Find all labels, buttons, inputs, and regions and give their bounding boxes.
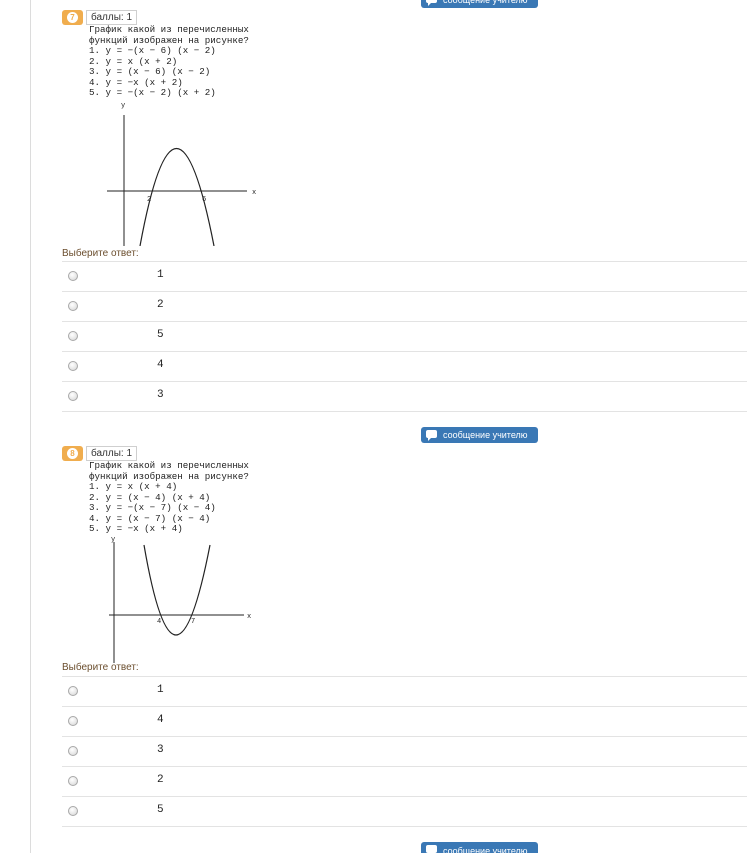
chat-icon xyxy=(426,0,437,6)
choose-answer-label: Выберите ответ: xyxy=(62,662,139,673)
answer-label: 3 xyxy=(157,744,164,756)
answer-label: 2 xyxy=(157,774,164,786)
answer-label: 5 xyxy=(157,329,164,341)
message-teacher-label: сообщение учителю xyxy=(443,846,528,856)
answer-option[interactable]: 2 xyxy=(62,767,747,797)
answer-label: 5 xyxy=(157,804,164,816)
root-label-1: 2 xyxy=(147,196,151,204)
radio-button[interactable] xyxy=(68,716,78,726)
radio-button[interactable] xyxy=(68,806,78,816)
radio-button[interactable] xyxy=(68,391,78,401)
chat-icon xyxy=(426,430,437,441)
question-number: 7 xyxy=(67,12,78,23)
root-label-1: 4 xyxy=(157,618,161,626)
radio-button[interactable] xyxy=(68,301,78,311)
left-border xyxy=(30,0,31,853)
radio-button[interactable] xyxy=(68,331,78,341)
question-points: баллы: 1 xyxy=(86,446,138,461)
answer-option[interactable]: 3 xyxy=(62,382,747,412)
radio-button[interactable] xyxy=(68,776,78,786)
message-teacher-button[interactable]: сообщение учителю xyxy=(421,0,538,8)
answer-label: 1 xyxy=(157,269,164,281)
message-teacher-button[interactable]: сообщение учителю xyxy=(421,842,538,856)
answer-label: 2 xyxy=(157,299,164,311)
message-teacher-button[interactable]: сообщение учителю xyxy=(421,427,538,443)
answer-label: 3 xyxy=(157,389,164,401)
root-label-2: 7 xyxy=(191,618,195,626)
answer-option[interactable]: 3 xyxy=(62,737,747,767)
parabola-curve xyxy=(143,544,211,636)
question-number-badge: 7 xyxy=(62,10,83,25)
answer-list: 1 4 3 2 5 xyxy=(62,676,747,827)
message-teacher-label: сообщение учителю xyxy=(443,430,528,440)
answer-label: 4 xyxy=(157,714,164,726)
radio-button[interactable] xyxy=(68,271,78,281)
radio-button[interactable] xyxy=(68,746,78,756)
y-axis-label: y xyxy=(111,536,115,544)
question-text: График какой из перечисленных функций из… xyxy=(89,460,249,534)
x-axis-label: x xyxy=(252,189,256,197)
choose-answer-label: Выберите ответ: xyxy=(62,248,139,259)
y-axis-label: y xyxy=(121,102,125,110)
x-axis-label: x xyxy=(247,613,251,621)
answer-list: 1 2 5 4 3 xyxy=(62,261,747,412)
radio-button[interactable] xyxy=(68,686,78,696)
answer-option[interactable]: 2 xyxy=(62,292,747,322)
answer-option[interactable]: 4 xyxy=(62,707,747,737)
answer-option[interactable]: 1 xyxy=(62,677,747,707)
function-graph: y x 4 7 xyxy=(109,536,251,663)
chat-icon xyxy=(426,845,437,856)
answer-option[interactable]: 1 xyxy=(62,262,747,292)
function-graph: y x 2 6 xyxy=(107,102,256,246)
question-number: 8 xyxy=(67,448,78,459)
answer-option[interactable]: 5 xyxy=(62,797,747,827)
question-text: График какой из перечисленных функций из… xyxy=(89,24,249,98)
answer-option[interactable]: 4 xyxy=(62,352,747,382)
answer-label: 1 xyxy=(157,684,164,696)
radio-button[interactable] xyxy=(68,361,78,371)
root-label-2: 6 xyxy=(202,196,206,204)
question-number-badge: 8 xyxy=(62,446,83,461)
answer-option[interactable]: 5 xyxy=(62,322,747,352)
question-points: баллы: 1 xyxy=(86,10,138,25)
message-teacher-label: сообщение учителю xyxy=(443,0,528,5)
answer-label: 4 xyxy=(157,359,164,371)
